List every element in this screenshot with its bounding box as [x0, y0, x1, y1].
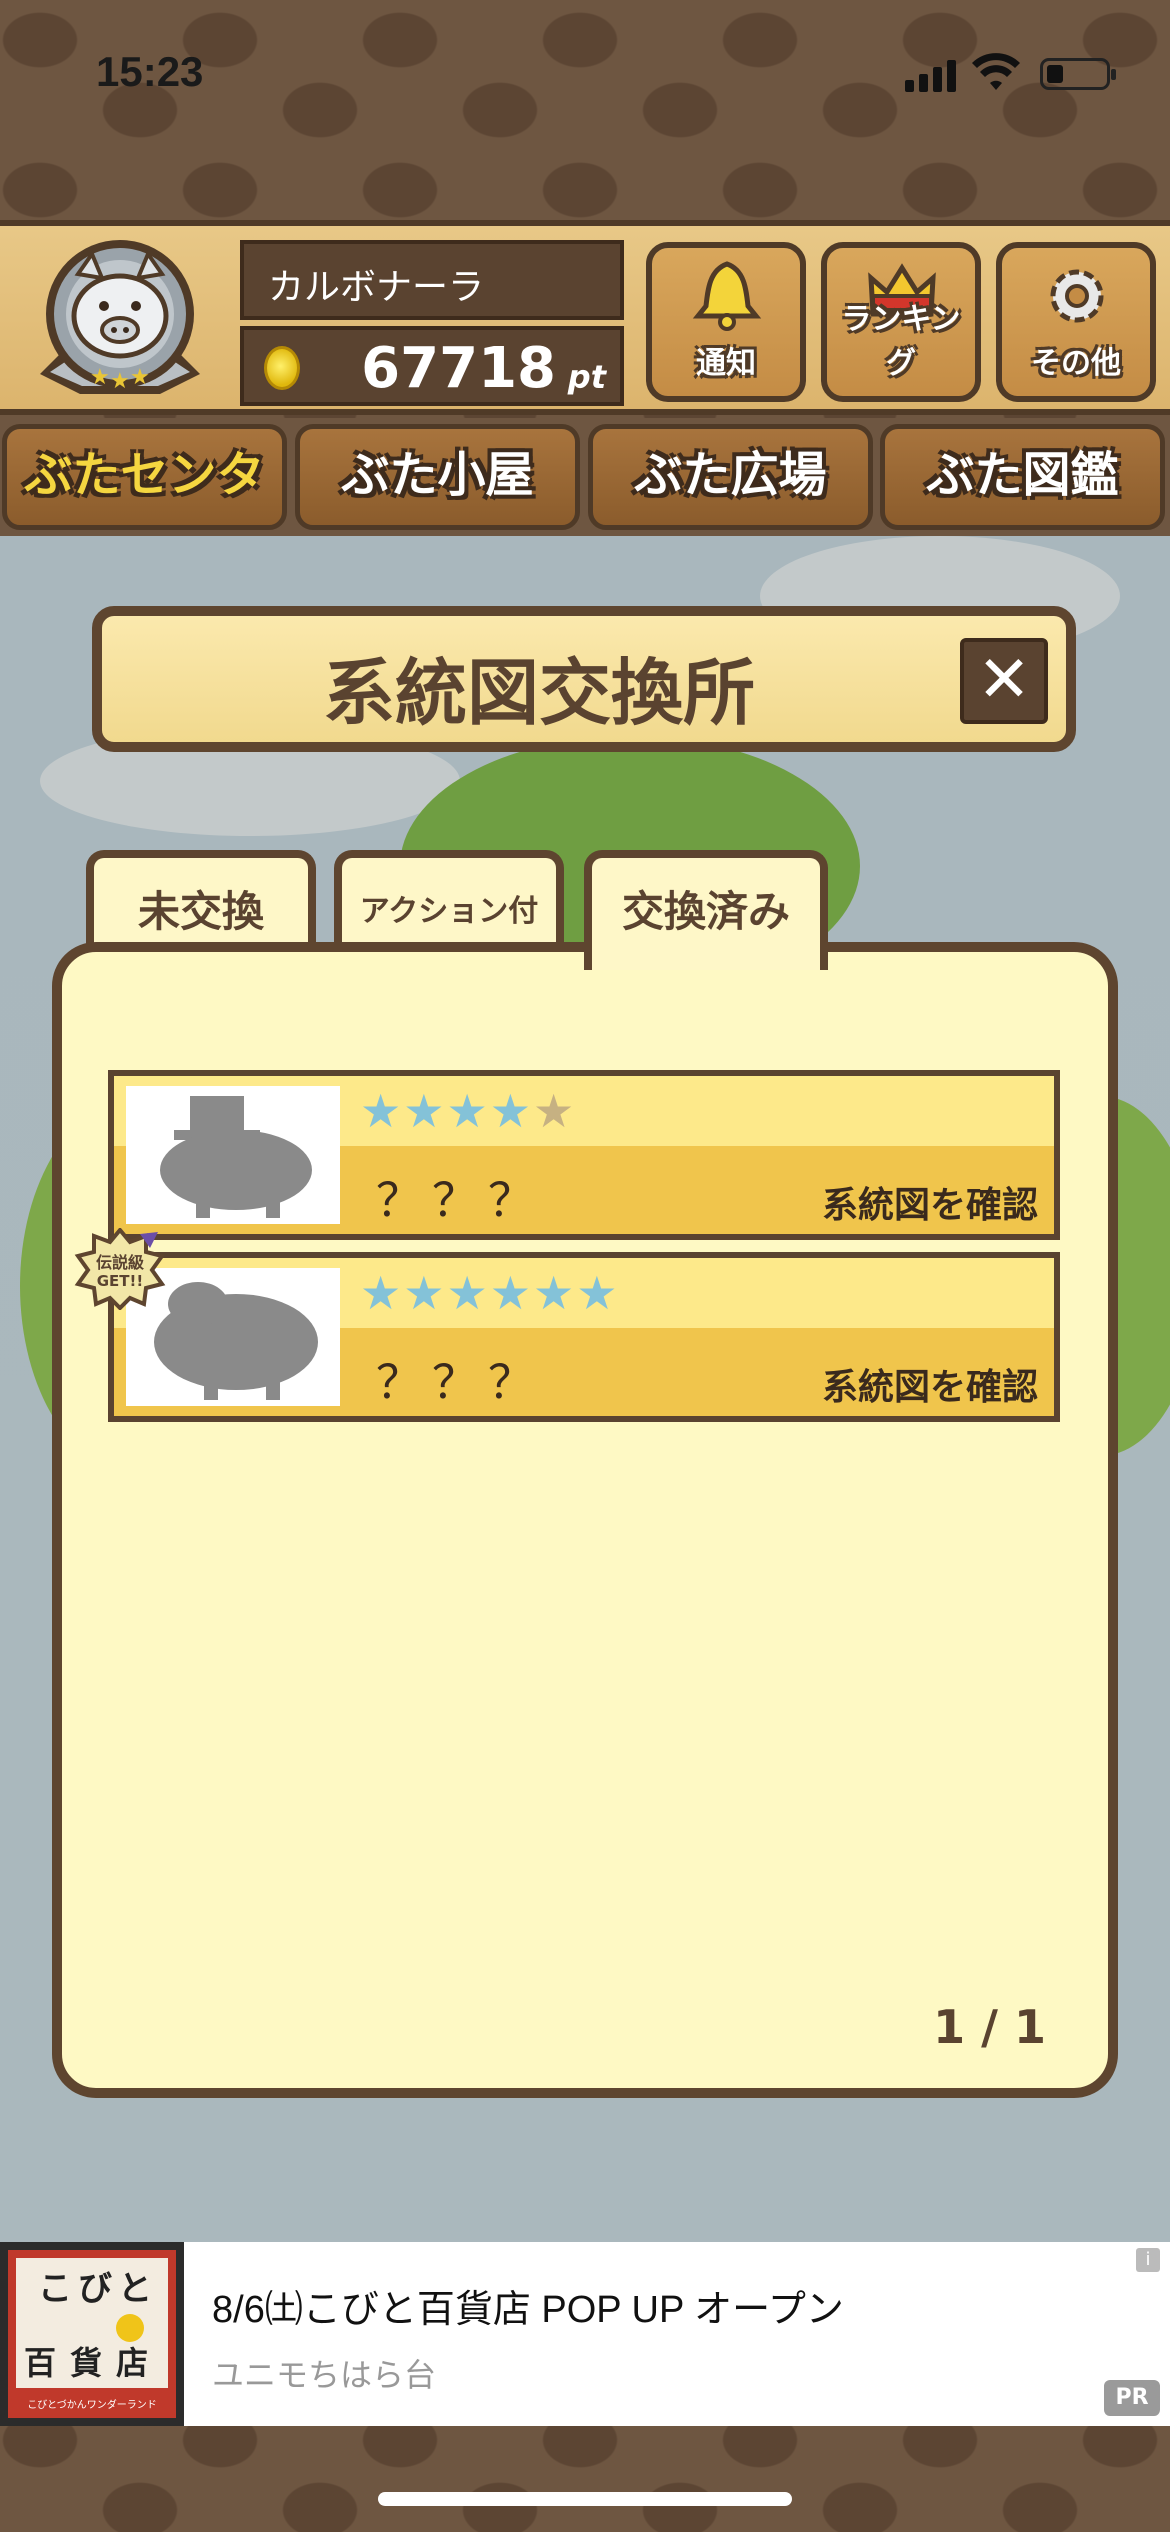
- page-indicator: 1 / 1: [933, 2000, 1046, 2054]
- wifi-icon: [972, 53, 1020, 90]
- tab-exchanged[interactable]: 交換済み: [584, 850, 828, 970]
- main-nav: ぶたセンター ぶた小屋 ぶた広場 ぶた図鑑: [0, 418, 1170, 595]
- dialog-title: 系統図交換所: [322, 651, 755, 735]
- pedigree-row[interactable]: ★★★★★★ ？？？ 系統図を確認: [108, 1252, 1060, 1422]
- ranking-label: ランキング: [841, 302, 961, 381]
- pedigree-row[interactable]: ★★★★★ ？？？ 系統図を確認: [108, 1070, 1060, 1240]
- coin-icon: [264, 346, 300, 390]
- ad-image[interactable]: こ び と 百 貨 店 こびとづかんワンダーランド: [0, 2242, 184, 2426]
- dialog-title-plate: 系統図交換所 ✕: [92, 606, 1076, 752]
- nav-buta-zukan[interactable]: ぶた図鑑: [880, 424, 1165, 530]
- pig-name: ？？？: [376, 1355, 544, 1409]
- svg-text:び: び: [78, 2269, 112, 2309]
- header-bar: ★ ★ ★ カルボナーラ 67718 pt 通知 ランキング その他: [0, 220, 1170, 415]
- player-name: カルボナーラ: [240, 240, 624, 320]
- svg-text:GET!!: GET!!: [97, 1272, 143, 1290]
- ad-pr-badge: PR: [1104, 2380, 1160, 2416]
- ranking-button[interactable]: ランキング: [821, 242, 981, 402]
- svg-text:伝説級: 伝説級: [96, 1253, 144, 1272]
- settings-button[interactable]: その他: [996, 242, 1156, 402]
- svg-text:店: 店: [116, 2344, 148, 2382]
- pig-avatar-icon[interactable]: ★ ★ ★: [20, 234, 220, 414]
- svg-text:貨: 貨: [70, 2344, 102, 2382]
- tab-with-action-label: アクション付: [359, 894, 539, 929]
- status-time: 15:23: [96, 48, 204, 95]
- bell-icon: [692, 261, 762, 331]
- view-pedigree-link[interactable]: 系統図を確認: [822, 1176, 1038, 1228]
- points-display: 67718 pt: [240, 326, 624, 406]
- gear-icon: [1050, 269, 1104, 323]
- settings-label: その他: [1031, 346, 1121, 381]
- tab-exchanged-label: 交換済み: [621, 887, 790, 936]
- ad-banner[interactable]: こ び と 百 貨 店 こびとづかんワンダーランド 8/6㈯こびと百貨店 POP…: [0, 2242, 1170, 2426]
- cellular-signal-icon: [905, 58, 956, 92]
- close-button[interactable]: ✕: [960, 638, 1048, 724]
- status-bar: 15:23: [0, 0, 1170, 140]
- svg-text:★: ★: [130, 365, 150, 390]
- svg-text:こ: こ: [38, 2269, 72, 2309]
- nav-buta-hiroba[interactable]: ぶた広場: [588, 424, 873, 530]
- home-indicator[interactable]: [378, 2492, 792, 2506]
- points-value: 67718: [361, 336, 556, 401]
- ad-info-icon[interactable]: i: [1136, 2248, 1160, 2272]
- svg-text:と: と: [118, 2269, 152, 2309]
- tab-unexchanged-label: 未交換: [137, 887, 264, 936]
- nav-buta-koya[interactable]: ぶた小屋: [295, 424, 580, 530]
- nav-buta-center[interactable]: ぶたセンター: [2, 424, 287, 595]
- svg-text:こびとづかんワンダーランド: こびとづかんワンダーランド: [27, 2398, 157, 2411]
- legendary-get-badge-icon: 伝説級 GET!!: [74, 1228, 166, 1310]
- notification-label: 通知: [696, 346, 756, 381]
- star-rating: ★★★★★: [360, 1084, 577, 1138]
- points-unit: pt: [567, 358, 606, 396]
- ad-subtitle: ユニモちはら台: [212, 2357, 437, 2393]
- battery-icon: [1040, 58, 1116, 90]
- svg-text:★: ★: [90, 365, 110, 390]
- ad-title[interactable]: 8/6㈯こびと百貨店 POP UP オープン: [212, 2278, 844, 2333]
- svg-text:★: ★: [110, 369, 130, 394]
- pig-silhouette-icon: [160, 1096, 312, 1218]
- notification-button[interactable]: 通知: [646, 242, 806, 402]
- star-rating: ★★★★★★: [360, 1266, 620, 1320]
- pig-silhouette-thumbnail: [126, 1086, 340, 1224]
- view-pedigree-link[interactable]: 系統図を確認: [822, 1358, 1038, 1410]
- svg-text:百: 百: [24, 2344, 56, 2382]
- pig-name: ？？？: [376, 1173, 544, 1227]
